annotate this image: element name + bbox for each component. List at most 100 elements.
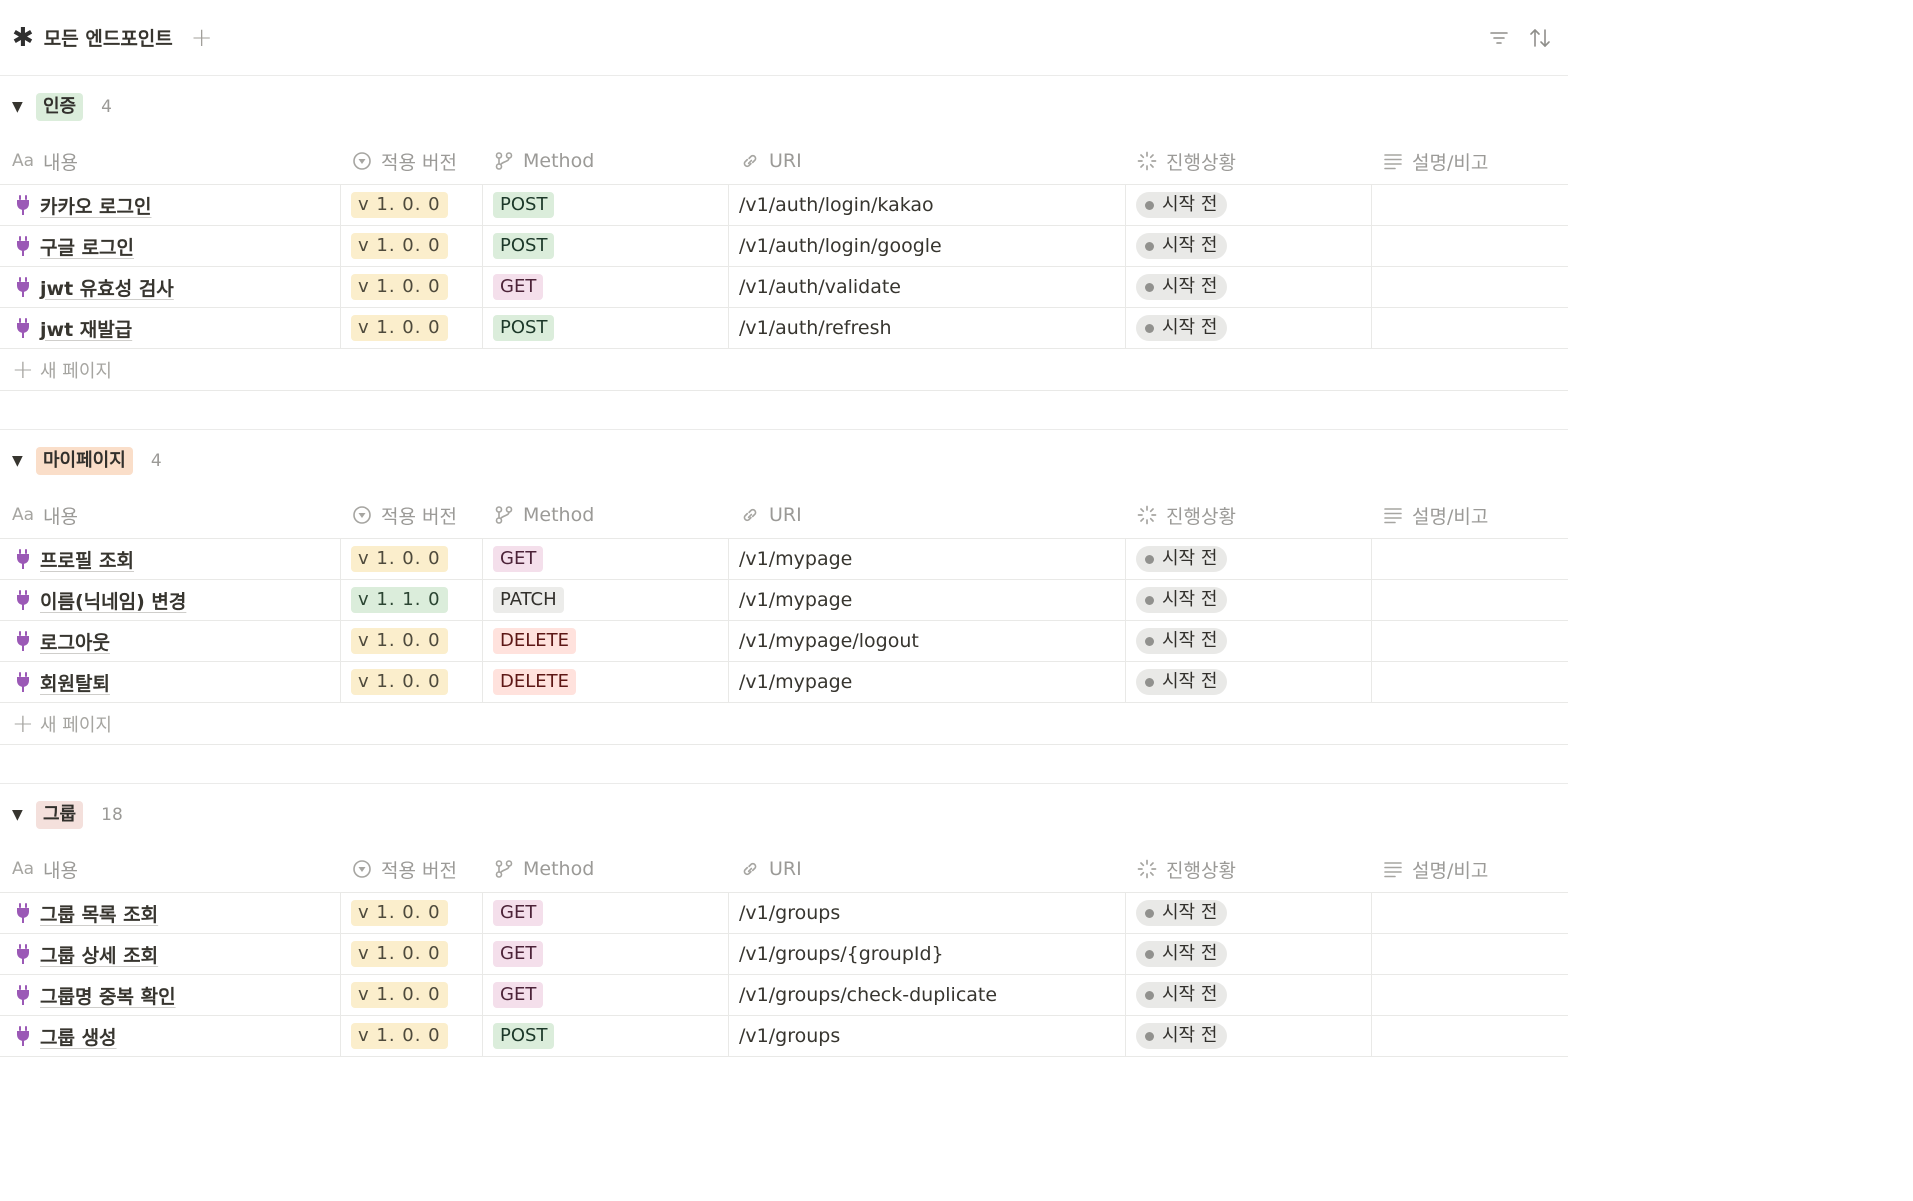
note-cell[interactable] — [1371, 975, 1568, 1015]
status-cell[interactable]: 시작 전 — [1125, 934, 1371, 974]
status-cell[interactable]: 시작 전 — [1125, 226, 1371, 266]
group-header[interactable]: ▼ 그룹 18 — [0, 784, 1568, 846]
new-page-button[interactable]: + 새 페이지 — [0, 703, 1568, 745]
title-cell[interactable]: 프로필 조회 — [0, 539, 340, 579]
page-title-link[interactable]: 구글 로그인 — [40, 233, 134, 260]
method-cell[interactable]: GET — [482, 539, 728, 579]
uri-cell[interactable]: /v1/mypage/logout — [728, 621, 1125, 661]
column-header-title[interactable]: Aa 내용 — [0, 846, 340, 892]
page-title-link[interactable]: 그룹 생성 — [40, 1023, 117, 1050]
status-cell[interactable]: 시작 전 — [1125, 539, 1371, 579]
table-row[interactable]: 회원탈퇴 v 1. 0. 0 DELETE /v1/mypage 시작 전 — [0, 662, 1568, 703]
title-cell[interactable]: 카카오 로그인 — [0, 185, 340, 225]
uri-cell[interactable]: /v1/groups — [728, 893, 1125, 933]
version-cell[interactable]: v 1. 1. 0 — [340, 580, 482, 620]
version-cell[interactable]: v 1. 0. 0 — [340, 308, 482, 348]
status-cell[interactable]: 시작 전 — [1125, 185, 1371, 225]
note-cell[interactable] — [1371, 1016, 1568, 1056]
title-cell[interactable]: 그룹 생성 — [0, 1016, 340, 1056]
page-title-link[interactable]: jwt 유효성 검사 — [40, 274, 174, 301]
caret-down-icon[interactable]: ▼ — [12, 807, 36, 823]
status-cell[interactable]: 시작 전 — [1125, 1016, 1371, 1056]
sort-icon[interactable] — [1528, 27, 1552, 49]
method-cell[interactable]: POST — [482, 1016, 728, 1056]
uri-cell[interactable]: /v1/auth/login/kakao — [728, 185, 1125, 225]
caret-down-icon[interactable]: ▼ — [12, 453, 36, 469]
filter-icon[interactable] — [1488, 27, 1510, 49]
title-cell[interactable]: 로그아웃 — [0, 621, 340, 661]
version-cell[interactable]: v 1. 0. 0 — [340, 934, 482, 974]
uri-cell[interactable]: /v1/mypage — [728, 662, 1125, 702]
note-cell[interactable] — [1371, 539, 1568, 579]
version-cell[interactable]: v 1. 0. 0 — [340, 1016, 482, 1056]
title-cell[interactable]: 구글 로그인 — [0, 226, 340, 266]
column-header-title[interactable]: Aa 내용 — [0, 138, 340, 184]
table-row[interactable]: 그룹 목록 조회 v 1. 0. 0 GET /v1/groups 시작 전 — [0, 893, 1568, 934]
column-header-title[interactable]: Aa 내용 — [0, 492, 340, 538]
table-row[interactable]: 그룹 생성 v 1. 0. 0 POST /v1/groups 시작 전 — [0, 1016, 1568, 1057]
view-title[interactable]: 모든 엔드포인트 — [44, 24, 173, 51]
version-cell[interactable]: v 1. 0. 0 — [340, 662, 482, 702]
title-cell[interactable]: jwt 유효성 검사 — [0, 267, 340, 307]
column-header-method[interactable]: Method — [482, 492, 728, 538]
page-title-link[interactable]: 그룹 상세 조회 — [40, 941, 158, 968]
page-title-link[interactable]: 그룹 목록 조회 — [40, 900, 158, 927]
table-row[interactable]: 구글 로그인 v 1. 0. 0 POST /v1/auth/login/goo… — [0, 226, 1568, 267]
add-view-button[interactable]: + — [191, 25, 213, 51]
table-row[interactable]: 그룹명 중복 확인 v 1. 0. 0 GET /v1/groups/check… — [0, 975, 1568, 1016]
note-cell[interactable] — [1371, 226, 1568, 266]
column-header-status[interactable]: 진행상황 — [1125, 492, 1371, 538]
version-cell[interactable]: v 1. 0. 0 — [340, 539, 482, 579]
version-cell[interactable]: v 1. 0. 0 — [340, 975, 482, 1015]
note-cell[interactable] — [1371, 580, 1568, 620]
note-cell[interactable] — [1371, 621, 1568, 661]
page-title-link[interactable]: 프로필 조회 — [40, 546, 134, 573]
method-cell[interactable]: DELETE — [482, 621, 728, 661]
method-cell[interactable]: GET — [482, 267, 728, 307]
column-header-status[interactable]: 진행상황 — [1125, 846, 1371, 892]
status-cell[interactable]: 시작 전 — [1125, 975, 1371, 1015]
method-cell[interactable]: PATCH — [482, 580, 728, 620]
column-header-note[interactable]: 설명/비고 — [1371, 846, 1568, 892]
version-cell[interactable]: v 1. 0. 0 — [340, 185, 482, 225]
version-cell[interactable]: v 1. 0. 0 — [340, 226, 482, 266]
page-title-link[interactable]: 이름(닉네임) 변경 — [40, 587, 186, 614]
title-cell[interactable]: 그룹 목록 조회 — [0, 893, 340, 933]
note-cell[interactable] — [1371, 267, 1568, 307]
page-title-link[interactable]: 회원탈퇴 — [40, 669, 110, 696]
status-cell[interactable]: 시작 전 — [1125, 662, 1371, 702]
uri-cell[interactable]: /v1/auth/validate — [728, 267, 1125, 307]
title-cell[interactable]: 회원탈퇴 — [0, 662, 340, 702]
status-cell[interactable]: 시작 전 — [1125, 580, 1371, 620]
table-row[interactable]: jwt 유효성 검사 v 1. 0. 0 GET /v1/auth/valida… — [0, 267, 1568, 308]
table-row[interactable]: 카카오 로그인 v 1. 0. 0 POST /v1/auth/login/ka… — [0, 185, 1568, 226]
column-header-note[interactable]: 설명/비고 — [1371, 138, 1568, 184]
status-cell[interactable]: 시작 전 — [1125, 308, 1371, 348]
column-header-note[interactable]: 설명/비고 — [1371, 492, 1568, 538]
view-tab[interactable]: ✱ 모든 엔드포인트 + — [12, 24, 213, 51]
title-cell[interactable]: 이름(닉네임) 변경 — [0, 580, 340, 620]
title-cell[interactable]: jwt 재발급 — [0, 308, 340, 348]
table-row[interactable]: 이름(닉네임) 변경 v 1. 1. 0 PATCH /v1/mypage 시작… — [0, 580, 1568, 621]
method-cell[interactable]: GET — [482, 975, 728, 1015]
note-cell[interactable] — [1371, 185, 1568, 225]
uri-cell[interactable]: /v1/auth/login/google — [728, 226, 1125, 266]
uri-cell[interactable]: /v1/mypage — [728, 580, 1125, 620]
note-cell[interactable] — [1371, 934, 1568, 974]
group-header[interactable]: ▼ 마이페이지 4 — [0, 430, 1568, 492]
page-title-link[interactable]: 카카오 로그인 — [40, 192, 152, 219]
column-header-uri[interactable]: URI — [728, 846, 1125, 892]
version-cell[interactable]: v 1. 0. 0 — [340, 267, 482, 307]
column-header-uri[interactable]: URI — [728, 138, 1125, 184]
status-cell[interactable]: 시작 전 — [1125, 893, 1371, 933]
uri-cell[interactable]: /v1/groups/check-duplicate — [728, 975, 1125, 1015]
column-header-version[interactable]: 적용 버전 — [340, 138, 482, 184]
column-header-version[interactable]: 적용 버전 — [340, 492, 482, 538]
uri-cell[interactable]: /v1/groups — [728, 1016, 1125, 1056]
group-header[interactable]: ▼ 인증 4 — [0, 76, 1568, 138]
method-cell[interactable]: POST — [482, 308, 728, 348]
note-cell[interactable] — [1371, 893, 1568, 933]
note-cell[interactable] — [1371, 662, 1568, 702]
caret-down-icon[interactable]: ▼ — [12, 99, 36, 115]
note-cell[interactable] — [1371, 308, 1568, 348]
